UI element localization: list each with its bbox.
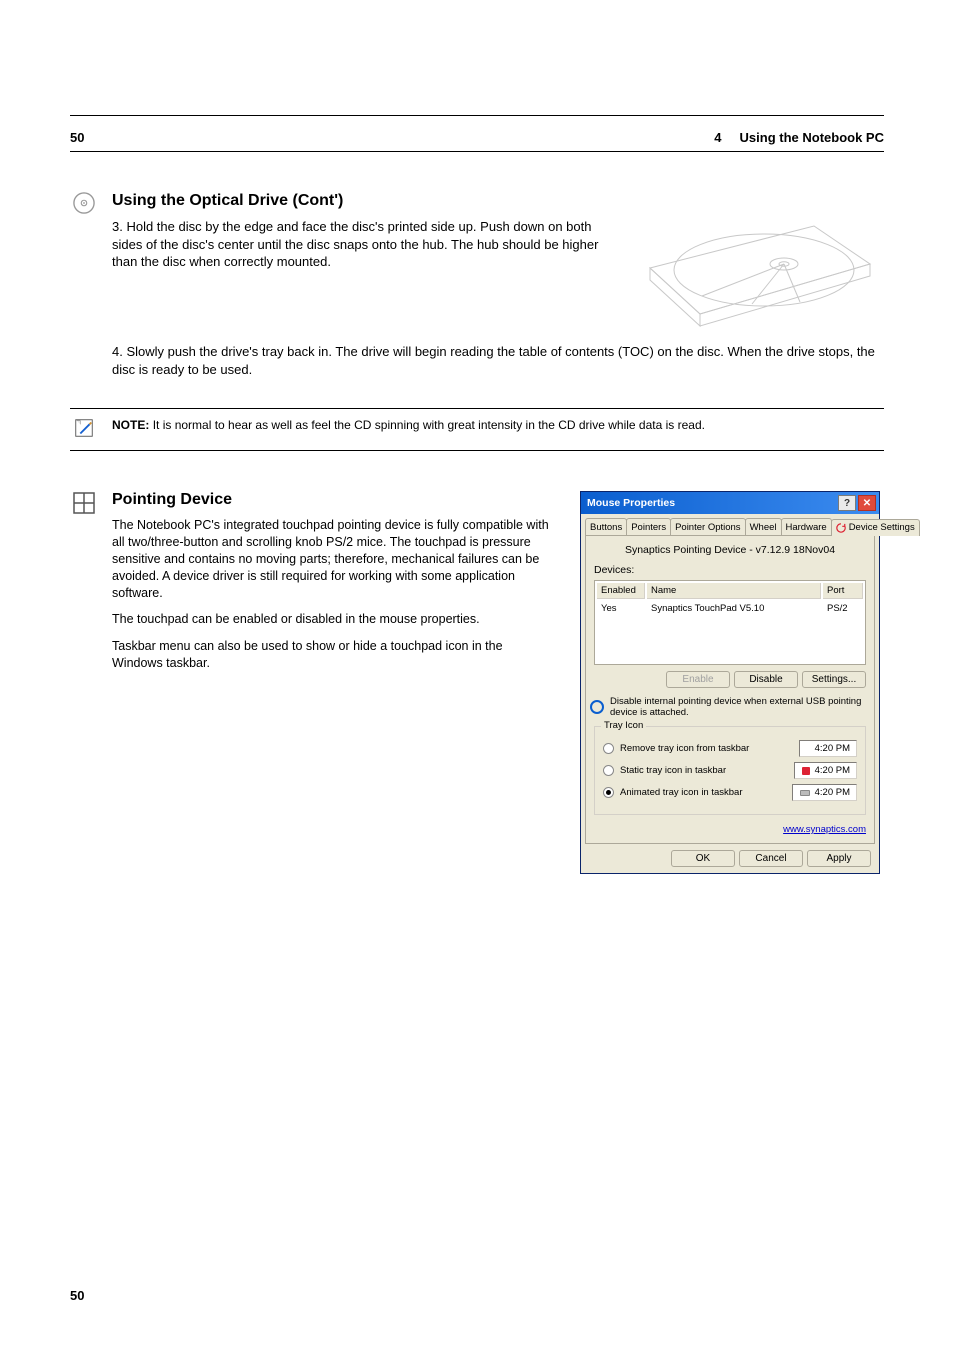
- tab-hardware[interactable]: Hardware: [781, 518, 832, 535]
- disable-internal-text: Disable internal pointing device when ex…: [610, 696, 862, 718]
- page-number-top: 50: [70, 130, 84, 145]
- ok-button[interactable]: OK: [671, 850, 735, 867]
- table-row[interactable]: Yes Synaptics TouchPad V5.10 PS/2: [597, 601, 863, 616]
- touchpad-p3: Taskbar menu can also be used to show or…: [112, 638, 556, 672]
- static-tray-glyph-icon: [801, 766, 811, 776]
- devices-label: Devices:: [594, 564, 866, 576]
- settings-button[interactable]: Settings...: [802, 671, 866, 688]
- footer-page-number: 50: [70, 1288, 84, 1303]
- mouse-properties-dialog: Mouse Properties ? ✕ Buttons Pointers Po…: [580, 491, 880, 874]
- tray-preview-static: 4:20 PM: [794, 762, 857, 779]
- radio-static-tray[interactable]: Static tray icon in taskbar 4:20 PM: [603, 762, 857, 779]
- optical-step-3: 3. Hold the disc by the edge and face th…: [112, 218, 624, 271]
- disable-internal-checkbox-row[interactable]: Disable internal pointing device when ex…: [594, 696, 866, 718]
- driver-version-label: Synaptics Pointing Device - v7.12.9 18No…: [594, 544, 866, 556]
- tab-wheel[interactable]: Wheel: [745, 518, 782, 535]
- radio-icon: [603, 787, 614, 798]
- note-icon: [73, 417, 95, 444]
- tab-pointers[interactable]: Pointers: [626, 518, 671, 535]
- help-button[interactable]: ?: [838, 495, 856, 511]
- note-bottom-rule: [70, 450, 884, 451]
- tray-icon-group: Tray Icon Remove tray icon from taskbar …: [594, 726, 866, 815]
- tray-preview-remove: 4:20 PM: [799, 740, 857, 757]
- note-text: It is normal to hear as well as feel the…: [153, 418, 705, 432]
- cell-name: Synaptics TouchPad V5.10: [647, 601, 821, 616]
- tab-strip: Buttons Pointers Pointer Options Wheel H…: [585, 518, 875, 536]
- col-enabled[interactable]: Enabled: [597, 583, 645, 599]
- devices-table: Enabled Name Port Yes Synaptics TouchPad…: [594, 580, 866, 665]
- disc-tray-illustration: [644, 325, 874, 342]
- radio-icon: [603, 765, 614, 776]
- optical-drive-heading: Using the Optical Drive (Cont'): [112, 192, 884, 210]
- touchpad-icon: [72, 491, 96, 874]
- close-button[interactable]: ✕: [858, 495, 876, 511]
- synaptics-link[interactable]: www.synaptics.com: [783, 824, 866, 835]
- callout-circle-icon: [590, 700, 604, 714]
- disc-icon: [73, 192, 95, 388]
- apply-button[interactable]: Apply: [807, 850, 871, 867]
- tab-pointer-options[interactable]: Pointer Options: [670, 518, 745, 535]
- touchpad-heading: Pointing Device: [112, 491, 556, 509]
- disable-button[interactable]: Disable: [734, 671, 798, 688]
- tray-icon-legend: Tray Icon: [601, 720, 646, 731]
- touchpad-p1: The Notebook PC's integrated touchpad po…: [112, 517, 556, 601]
- radio-animated-tray[interactable]: Animated tray icon in taskbar 4:20 PM: [603, 784, 857, 801]
- chapter-number: 4: [714, 130, 721, 145]
- header-rule: [70, 151, 884, 152]
- enable-button[interactable]: Enable: [666, 671, 730, 688]
- chapter-title: Using the Notebook PC: [740, 130, 884, 145]
- note-label: NOTE:: [112, 418, 149, 432]
- animated-tray-glyph-icon: [799, 788, 811, 798]
- cell-enabled: Yes: [597, 601, 645, 616]
- top-rule: [70, 115, 884, 116]
- radio-remove-tray[interactable]: Remove tray icon from taskbar 4:20 PM: [603, 740, 857, 757]
- page-header: 50 4 Using the Notebook PC: [70, 130, 884, 145]
- note-top-rule: [70, 408, 884, 409]
- dialog-title-bar[interactable]: Mouse Properties ? ✕: [581, 492, 879, 514]
- tab-buttons[interactable]: Buttons: [585, 518, 627, 535]
- optical-step-4: 4. Slowly push the drive's tray back in.…: [112, 343, 884, 378]
- radio-icon: [603, 743, 614, 754]
- tray-preview-animated: 4:20 PM: [792, 784, 857, 801]
- refresh-icon: [836, 523, 846, 533]
- col-name[interactable]: Name: [647, 583, 821, 599]
- touchpad-p2: The touchpad can be enabled or disabled …: [112, 611, 556, 628]
- dialog-title-text: Mouse Properties: [587, 497, 836, 509]
- cancel-button[interactable]: Cancel: [739, 850, 803, 867]
- tab-device-settings[interactable]: Device Settings: [831, 519, 920, 536]
- col-port[interactable]: Port: [823, 583, 863, 599]
- cell-port: PS/2: [823, 601, 863, 616]
